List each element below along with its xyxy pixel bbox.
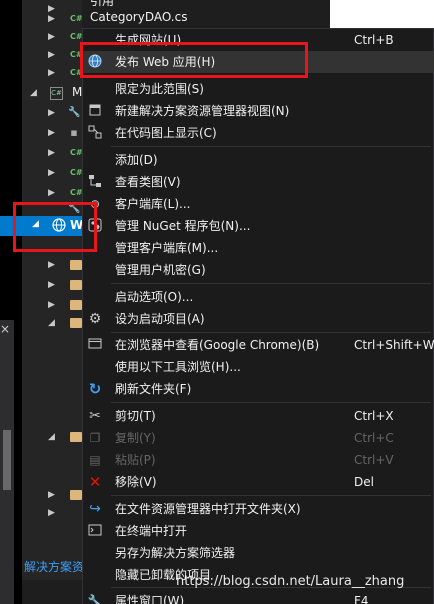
browser-icon bbox=[87, 337, 103, 353]
cs-file-icon: C# bbox=[70, 188, 83, 197]
tree-row[interactable]: ◢ bbox=[22, 314, 82, 332]
folder-icon bbox=[70, 432, 82, 442]
menu-item-startup-options[interactable]: 启动选项(O)... bbox=[83, 286, 434, 308]
tree-row[interactable]: ▶ bbox=[22, 256, 82, 274]
tree-row[interactable]: ◢ bbox=[22, 428, 82, 446]
cs-file-icon: C# bbox=[70, 168, 83, 177]
expand-arrow-icon[interactable]: ▶ bbox=[48, 278, 55, 292]
expand-arrow-icon[interactable]: ▶ bbox=[48, 30, 55, 44]
menu-item-copy[interactable]: ❐ 复制(Y) Ctrl+C bbox=[83, 427, 434, 449]
gear-icon: ⚙ bbox=[88, 311, 102, 327]
expand-arrow-icon[interactable]: ▶ bbox=[48, 12, 55, 26]
collapse-arrow-icon[interactable]: ◢ bbox=[48, 316, 55, 330]
terminal-icon bbox=[87, 523, 103, 539]
expand-arrow-icon[interactable]: ▶ bbox=[48, 48, 55, 62]
menu-item-open-in-explorer[interactable]: ↪ 在文件资源管理器中打开文件夹(X) bbox=[83, 498, 434, 520]
menu-separator bbox=[111, 332, 431, 333]
collapse-arrow-icon[interactable]: ◢ bbox=[30, 86, 37, 100]
expand-arrow-icon[interactable]: ▶ bbox=[48, 106, 55, 120]
expand-arrow-icon[interactable]: ▶ bbox=[48, 186, 55, 200]
scrollbar-thumb[interactable] bbox=[3, 430, 11, 490]
code-map-icon bbox=[87, 125, 103, 141]
close-icon[interactable]: × bbox=[0, 322, 12, 336]
tree-row[interactable]: ▶ bbox=[22, 276, 82, 294]
folder-icon bbox=[70, 318, 82, 328]
tree-row[interactable]: ▶ C# bbox=[22, 10, 83, 28]
menu-item-browse-with[interactable]: 使用以下工具浏览(H)... bbox=[83, 356, 434, 378]
folder-icon bbox=[70, 490, 82, 500]
menu-separator bbox=[111, 495, 431, 496]
context-menu: 生成网站(U) Ctrl+B 发布 Web 应用(H) 限定为此范围(S) 新建… bbox=[82, 28, 434, 604]
cs-file-icon: C# bbox=[70, 14, 83, 23]
menu-item-show-on-code-map[interactable]: 在代码图上显示(C) bbox=[83, 122, 434, 144]
menu-item-manage-user-secrets[interactable]: 管理用户机密(G) bbox=[83, 259, 434, 281]
cut-icon: ✂ bbox=[89, 408, 101, 424]
remove-icon: ✕ bbox=[88, 473, 102, 491]
expand-arrow-icon[interactable]: ▶ bbox=[48, 506, 55, 520]
tree-row[interactable]: ▶ bbox=[22, 504, 82, 522]
folder-icon bbox=[70, 280, 82, 290]
tree-item-categorydao[interactable]: CategoryDAO.cs bbox=[90, 10, 187, 24]
menu-item-add[interactable]: 添加(D) bbox=[83, 149, 434, 171]
menu-separator bbox=[111, 146, 431, 147]
cs-file-icon: C# bbox=[70, 148, 83, 157]
menu-item-manage-client-libs[interactable]: 管理客户端库(M)... bbox=[83, 237, 434, 259]
expand-arrow-icon[interactable]: ▶ bbox=[48, 146, 55, 160]
expand-arrow-icon[interactable]: ▶ bbox=[48, 258, 55, 272]
expand-arrow-icon[interactable]: ▶ bbox=[48, 166, 55, 180]
folder-icon bbox=[70, 260, 82, 270]
menu-item-client-library[interactable]: ⊕ 客户端库(L)... bbox=[83, 193, 434, 215]
collapse-arrow-icon[interactable]: ◢ bbox=[48, 430, 55, 444]
tree-row[interactable]: ▶ ▪ bbox=[22, 124, 82, 142]
open-folder-icon: ↪ bbox=[89, 501, 101, 517]
refresh-icon: ↻ bbox=[88, 380, 102, 398]
menu-item-cut[interactable]: ✂ 剪切(T) Ctrl+X bbox=[83, 405, 434, 427]
menu-item-open-in-terminal[interactable]: 在终端中打开 bbox=[83, 520, 434, 542]
left-scrollbar[interactable] bbox=[0, 320, 14, 604]
solution-explorer-tab[interactable]: 解决方案资 bbox=[24, 558, 84, 575]
menu-item-properties-window[interactable]: 🔧 属性窗口(W) F4 bbox=[83, 590, 434, 604]
menu-item-view-class-diagram[interactable]: 查看类图(V) bbox=[83, 171, 434, 193]
menu-item-manage-nuget[interactable]: 管理 NuGet 程序包(N)... bbox=[83, 215, 434, 237]
expand-arrow-icon[interactable]: ▶ bbox=[48, 298, 55, 312]
tree-row[interactable]: ▶ C# bbox=[22, 164, 83, 182]
menu-separator bbox=[111, 402, 431, 403]
folder-icon bbox=[70, 300, 82, 310]
screenshot-stage: × ▶ ▶ C# ▶ C# ▶ C# ▶ C# ◢ C# M ▶ 🔧 ▶ ▪ ▶… bbox=[0, 0, 434, 604]
wrench-icon: 🔧 bbox=[68, 107, 81, 118]
menu-item-scope-to-this[interactable]: 限定为此范围(S) bbox=[83, 78, 434, 100]
wrench-icon: 🔧 bbox=[87, 594, 103, 604]
solution-explorer-tree: ▶ ▶ C# ▶ C# ▶ C# ▶ C# ◢ C# M ▶ 🔧 ▶ ▪ ▶ C… bbox=[22, 0, 83, 580]
cs-project-icon: C# bbox=[50, 87, 63, 100]
menu-item-refresh-folder[interactable]: ↻ 刷新文件夹(F) bbox=[83, 378, 434, 400]
expand-arrow-icon[interactable]: ▶ bbox=[48, 66, 55, 80]
project-label: M bbox=[72, 85, 83, 99]
menu-item-view-in-browser[interactable]: 在浏览器中查看(Google Chrome)(B) Ctrl+Shift+W bbox=[83, 334, 434, 356]
copy-icon: ❐ bbox=[89, 431, 101, 445]
tree-item-references[interactable]: 引用 bbox=[90, 0, 114, 9]
tree-row[interactable]: ▶ C# bbox=[22, 64, 83, 82]
new-view-icon bbox=[87, 103, 103, 119]
tree-row[interactable]: ▶ bbox=[22, 296, 82, 314]
watermark-text: https://blog.csdn.net/Laura__zhang bbox=[176, 574, 405, 589]
expand-arrow-icon[interactable]: ▶ bbox=[48, 488, 55, 502]
menu-item-remove[interactable]: ✕ 移除(V) Del bbox=[83, 471, 434, 493]
paste-icon: ▤ bbox=[89, 453, 101, 467]
annotation-box-project bbox=[13, 202, 97, 252]
expand-arrow-icon[interactable]: ▶ bbox=[48, 126, 55, 140]
menu-item-save-as-filter[interactable]: 另存为解决方案筛选器 bbox=[83, 542, 434, 564]
menu-separator bbox=[111, 283, 431, 284]
tree-row[interactable]: ▶ C# bbox=[22, 28, 83, 46]
menu-item-paste[interactable]: ▤ 粘贴(P) Ctrl+V bbox=[83, 449, 434, 471]
tree-row-project[interactable]: ◢ C# M bbox=[22, 84, 82, 102]
tree-row[interactable]: ▶ C# bbox=[22, 144, 83, 162]
menu-item-set-startup-project[interactable]: ⚙ 设为启动项目(A) bbox=[83, 308, 434, 330]
class-diagram-icon bbox=[87, 174, 103, 190]
menu-item-new-explorer-view[interactable]: 新建解决方案资源管理器视图(N) bbox=[83, 100, 434, 122]
tree-row[interactable]: ▶ bbox=[22, 486, 82, 504]
tree-row[interactable]: ▶ C# bbox=[22, 46, 83, 64]
annotation-box-publish bbox=[80, 42, 308, 78]
references-icon: ▪ bbox=[70, 126, 78, 139]
tree-row[interactable]: ▶ 🔧 bbox=[22, 104, 82, 122]
